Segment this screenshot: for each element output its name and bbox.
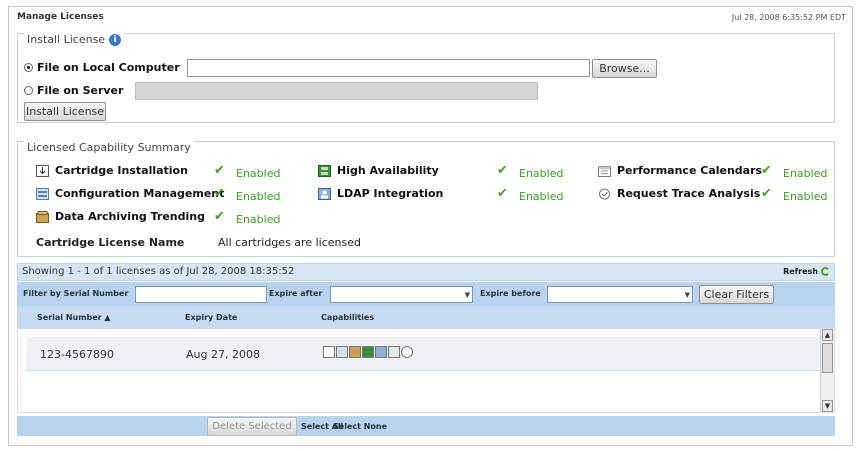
cartridge-license-label: Cartridge License Name (36, 236, 185, 249)
refresh-label: Refresh (783, 267, 818, 276)
high-availability-icon (362, 346, 374, 358)
expire-before-select[interactable]: ▼ (547, 286, 693, 303)
capability-data-archiving: Data Archiving Trending (36, 210, 205, 223)
calendar-icon (388, 346, 400, 358)
cartridge-license-value: All cartridges are licensed (218, 236, 361, 249)
capability-name: Configuration Management (55, 187, 225, 200)
capability-status: Enabled (236, 190, 281, 203)
capability-summary-legend: Licensed Capability Summary (24, 141, 194, 154)
server-file-label: File on Server (37, 84, 124, 97)
check-icon: ✔ (761, 186, 772, 201)
refresh-icon[interactable] (821, 267, 830, 276)
vertical-scrollbar[interactable]: ▲ ▼ (820, 329, 834, 412)
capability-configuration-management: Configuration Management (36, 187, 224, 200)
grid-footer: Delete Selected Select All Select None (17, 416, 835, 436)
capability-high-availability: High Availability (318, 164, 439, 177)
capability-status: Enabled (783, 190, 828, 203)
column-expiry-date[interactable]: Expiry Date (185, 313, 237, 322)
license-grid: 123-4567890 Aug 27, 2008 ▲ ▼ (17, 328, 835, 413)
check-icon: ✔ (497, 163, 508, 178)
capability-summary-heading: Licensed Capability Summary (27, 141, 191, 154)
archive-icon (36, 210, 49, 223)
archive-icon (349, 346, 361, 358)
install-license-button[interactable]: Install License (24, 102, 106, 121)
capabilities-cell (323, 346, 413, 358)
ldap-icon (318, 187, 331, 200)
chevron-down-icon: ▼ (684, 291, 690, 299)
check-icon: ✔ (214, 209, 225, 224)
capability-status: Enabled (519, 167, 564, 180)
expire-before-label: Expire before (480, 289, 541, 298)
scroll-down-icon[interactable]: ▼ (822, 400, 833, 412)
capability-name: Request Trace Analysis (617, 187, 761, 200)
check-icon: ✔ (214, 163, 225, 178)
page-title: Manage Licenses (17, 12, 104, 22)
capability-performance-calendars: Performance Calendars (598, 164, 762, 177)
configuration-icon (336, 346, 348, 358)
column-serial-number[interactable]: Serial Number ▲ (37, 313, 111, 322)
option-server-row[interactable]: File on Server (24, 84, 123, 97)
capability-name: Data Archiving Trending (55, 210, 205, 223)
check-icon: ✔ (214, 186, 225, 201)
grid-toolbar: Showing 1 - 1 of 1 licenses as of Jul 28… (17, 263, 835, 281)
refresh-button[interactable]: Refresh (783, 267, 830, 276)
clear-filters-button[interactable]: Clear Filters (699, 285, 774, 304)
capability-name: Performance Calendars (617, 164, 763, 177)
cartridge-install-icon (323, 346, 335, 358)
capability-request-trace: Request Trace Analysis (598, 187, 760, 200)
table-row[interactable]: 123-4567890 Aug 27, 2008 (26, 337, 826, 371)
chevron-down-icon: ▼ (464, 291, 470, 299)
trace-icon (401, 346, 413, 358)
capability-status: Enabled (236, 213, 281, 226)
filter-serial-label: Filter by Serial Number (23, 289, 129, 298)
scrollbar-thumb[interactable] (822, 343, 833, 373)
expiry-date-cell: Aug 27, 2008 (186, 348, 260, 361)
local-file-label: File on Local Computer (37, 61, 180, 74)
scroll-up-icon[interactable]: ▲ (822, 329, 833, 341)
option-local-row[interactable]: File on Local Computer (24, 61, 180, 74)
delete-selected-button[interactable]: Delete Selected (207, 417, 297, 436)
column-capabilities[interactable]: Capabilities (321, 313, 374, 322)
server-file-radio[interactable] (24, 86, 33, 95)
trace-icon (599, 188, 610, 199)
capability-name: High Availability (337, 164, 439, 177)
capability-ldap-integration: LDAP Integration (318, 187, 443, 200)
expire-after-select[interactable]: ▼ (330, 286, 473, 303)
install-license-legend: Install License i (24, 33, 125, 46)
filter-bar: Filter by Serial Number Expire after ▼ E… (17, 282, 835, 306)
ldap-icon (375, 346, 387, 358)
configuration-icon (36, 187, 49, 200)
local-file-input[interactable] (187, 59, 590, 77)
grid-column-headers: Serial Number ▲ Expiry Date Capabilities (17, 306, 835, 328)
browse-button[interactable]: Browse... (592, 59, 657, 78)
timestamp: Jul 28, 2008 6:35:52 PM EDT (731, 13, 846, 22)
check-icon: ✔ (761, 163, 772, 178)
cartridge-install-icon (36, 164, 49, 177)
title-bar: Manage Licenses Jul 28, 2008 6:35:52 PM … (9, 7, 852, 27)
check-icon: ✔ (497, 186, 508, 201)
capability-status: Enabled (519, 190, 564, 203)
calendar-icon (598, 165, 611, 177)
capability-cartridge-installation: Cartridge Installation (36, 164, 188, 177)
high-availability-icon (318, 164, 331, 177)
capability-status: Enabled (236, 167, 281, 180)
expire-after-label: Expire after (269, 289, 323, 298)
capability-name: LDAP Integration (337, 187, 444, 200)
capability-status: Enabled (783, 167, 828, 180)
select-none-link[interactable]: Select None (333, 422, 387, 431)
local-file-radio[interactable] (24, 63, 33, 72)
info-icon[interactable]: i (109, 33, 122, 46)
capability-name: Cartridge Installation (55, 164, 188, 177)
serial-number-cell: 123-4567890 (40, 348, 114, 361)
serial-filter-input[interactable] (135, 286, 267, 303)
server-file-input[interactable] (135, 82, 538, 100)
install-license-heading: Install License (27, 33, 106, 46)
install-license-section: Install License i (17, 33, 835, 123)
grid-status-text: Showing 1 - 1 of 1 licenses as of Jul 28… (22, 266, 295, 277)
